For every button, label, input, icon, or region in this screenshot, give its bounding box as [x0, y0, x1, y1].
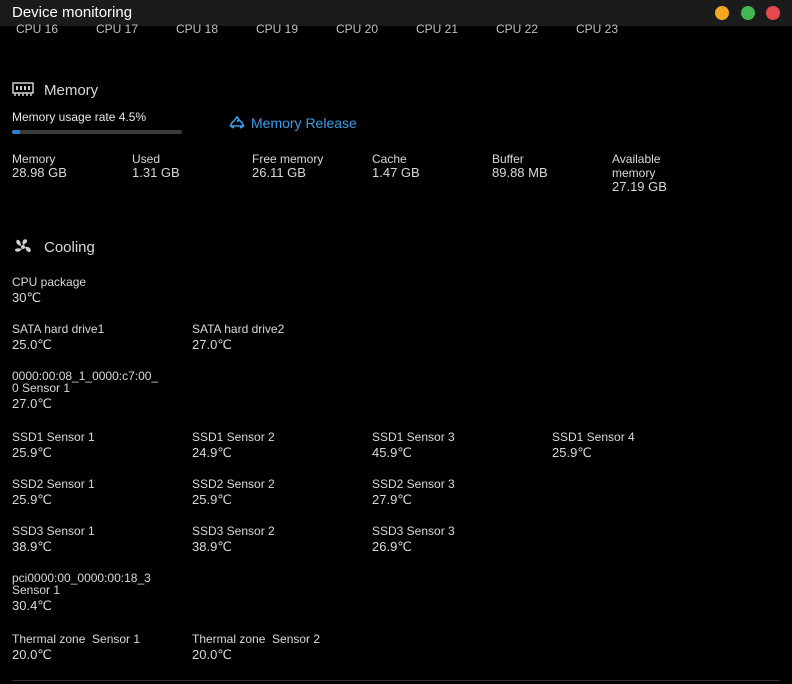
sensor-ssd3-1: SSD3 Sensor 1 38.9℃	[12, 525, 182, 554]
stat-label: Free memory	[252, 152, 324, 166]
stat-label: Used	[132, 152, 161, 166]
sensor-value: 27.0℃	[12, 396, 52, 411]
memory-usage-bar	[12, 130, 182, 134]
memory-usage-fill	[12, 130, 20, 134]
sensor-label: SSD1 Sensor 3	[372, 430, 455, 444]
cpu-label: CPU 23	[576, 22, 619, 36]
sensor-label: SSD2 Sensor 3	[372, 477, 455, 491]
sensor-label: SSD3 Sensor 1	[12, 524, 95, 538]
sensor-value: 24.9℃	[192, 445, 232, 460]
cpu-label: CPU 17	[96, 22, 139, 36]
sensor-value: 25.9℃	[192, 492, 232, 507]
bottom-divider	[12, 680, 780, 681]
sensor-value: 25.9℃	[552, 445, 592, 460]
memory-release-label[interactable]: Memory Release	[251, 115, 357, 131]
memory-stat-free: Free memory 26.11 GB	[252, 152, 362, 180]
memory-stat-available: Available memory 27.19 GB	[612, 152, 682, 194]
sensor-pci-18: pci0000:00_0000:00:18_3 Sensor 1 30.4℃	[12, 572, 162, 613]
cpu-label: CPU 16	[16, 22, 59, 36]
cooling-section-header: Cooling	[12, 237, 95, 257]
cpu-label: CPU 18	[176, 22, 219, 36]
sensor-label: 0000:00:08_1_0000:c7:00_0 Sensor 1	[12, 369, 159, 395]
cooling-heading: Cooling	[44, 238, 95, 256]
sensor-ssd2-2: SSD2 Sensor 2 25.9℃	[192, 478, 362, 507]
close-button[interactable]	[766, 6, 780, 20]
cpu-label: CPU 21	[416, 22, 459, 36]
sensor-cpu-package: CPU package 30℃	[12, 276, 182, 305]
memory-usage-label: Memory usage rate 4.5%	[12, 110, 147, 124]
stat-value: 27.19 GB	[612, 179, 667, 194]
maximize-button[interactable]	[741, 6, 755, 20]
sensor-ssd2-1: SSD2 Sensor 1 25.9℃	[12, 478, 182, 507]
memory-stat-buffer: Buffer 89.88 MB	[492, 152, 602, 180]
stat-value: 28.98 GB	[12, 165, 67, 180]
sensor-ssd3-2: SSD3 Sensor 2 38.9℃	[192, 525, 362, 554]
sensor-value: 30℃	[12, 290, 42, 305]
stat-label: Buffer	[492, 152, 524, 166]
sensor-label: SSD1 Sensor 2	[192, 430, 275, 444]
sensor-sata-1: SATA hard drive1 25.0℃	[12, 323, 182, 352]
sensor-label: SSD3 Sensor 2	[192, 524, 275, 538]
minimize-button[interactable]	[715, 6, 729, 20]
sensor-thermal-1: Thermal zone Sensor 1 20.0℃	[12, 633, 182, 662]
cpu-label: CPU 20	[336, 22, 379, 36]
sensor-value: 25.0℃	[12, 337, 52, 352]
sensor-ssd3-3: SSD3 Sensor 3 26.9℃	[372, 525, 542, 554]
sensor-ssd1-3: SSD1 Sensor 3 45.9℃	[372, 431, 542, 460]
memory-stat-used: Used 1.31 GB	[132, 152, 242, 180]
sensor-label: Thermal zone Sensor 1	[12, 632, 141, 646]
sensor-ssd1-2: SSD1 Sensor 2 24.9℃	[192, 431, 362, 460]
fan-icon	[15, 239, 31, 253]
stat-value: 1.31 GB	[132, 165, 180, 180]
cpu-label: CPU 19	[256, 22, 299, 36]
sensor-value: 20.0℃	[12, 647, 52, 662]
stat-value: 1.47 GB	[372, 165, 420, 180]
sensor-label: SSD3 Sensor 3	[372, 524, 455, 538]
sensor-value: 20.0℃	[192, 647, 232, 662]
stat-label: Memory	[12, 152, 56, 166]
recycle-icon	[229, 116, 245, 129]
sensor-value: 25.9℃	[12, 445, 52, 460]
stat-label: Available memory	[612, 152, 661, 180]
sensor-thermal-2: Thermal zone Sensor 2 20.0℃	[192, 633, 362, 662]
sensor-value: 26.9℃	[372, 539, 412, 554]
sensor-label: SSD1 Sensor 4	[552, 430, 635, 444]
cpu-label: CPU 22	[496, 22, 539, 36]
stat-value: 89.88 MB	[492, 165, 548, 180]
sensor-sata-2: SATA hard drive2 27.0℃	[192, 323, 362, 352]
sensor-label: Thermal zone Sensor 2	[192, 632, 321, 646]
sensor-value: 27.9℃	[372, 492, 412, 507]
sensor-ssd2-3: SSD2 Sensor 3 27.9℃	[372, 478, 542, 507]
sensor-label: SSD2 Sensor 1	[12, 477, 95, 491]
memory-release-button[interactable]: Memory Release	[229, 115, 357, 131]
sensor-value: 30.4℃	[12, 598, 52, 613]
memory-stat-cache: Cache 1.47 GB	[372, 152, 482, 180]
sensor-value: 38.9℃	[12, 539, 52, 554]
memory-heading: Memory	[44, 81, 99, 99]
sensor-value: 25.9℃	[12, 492, 52, 507]
sensor-value: 27.0℃	[192, 337, 232, 352]
memory-stat-total: Memory 28.98 GB	[12, 152, 122, 180]
sensor-label: CPU package	[12, 275, 87, 289]
sensor-label: SATA hard drive2	[192, 322, 285, 336]
memory-chip-icon	[12, 82, 34, 96]
sensor-label: pci0000:00_0000:00:18_3 Sensor 1	[12, 571, 151, 597]
sensor-pci-c7: 0000:00:08_1_0000:c7:00_0 Sensor 1 27.0℃	[12, 370, 162, 411]
sensor-label: SSD1 Sensor 1	[12, 430, 95, 444]
stat-label: Cache	[372, 152, 407, 166]
window-title: Device monitoring	[12, 4, 133, 21]
memory-section-header: Memory	[12, 80, 98, 100]
sensor-value: 38.9℃	[192, 539, 232, 554]
sensor-label: SSD2 Sensor 2	[192, 477, 275, 491]
sensor-ssd1-1: SSD1 Sensor 1 25.9℃	[12, 431, 182, 460]
cpu-label-strip: CPU 16 CPU 17 CPU 18 CPU 19 CPU 20 CPU 2…	[0, 22, 792, 38]
stat-value: 26.11 GB	[252, 165, 306, 180]
sensor-ssd1-4: SSD1 Sensor 4 25.9℃	[552, 431, 722, 460]
sensor-value: 45.9℃	[372, 445, 412, 460]
sensor-label: SATA hard drive1	[12, 322, 105, 336]
